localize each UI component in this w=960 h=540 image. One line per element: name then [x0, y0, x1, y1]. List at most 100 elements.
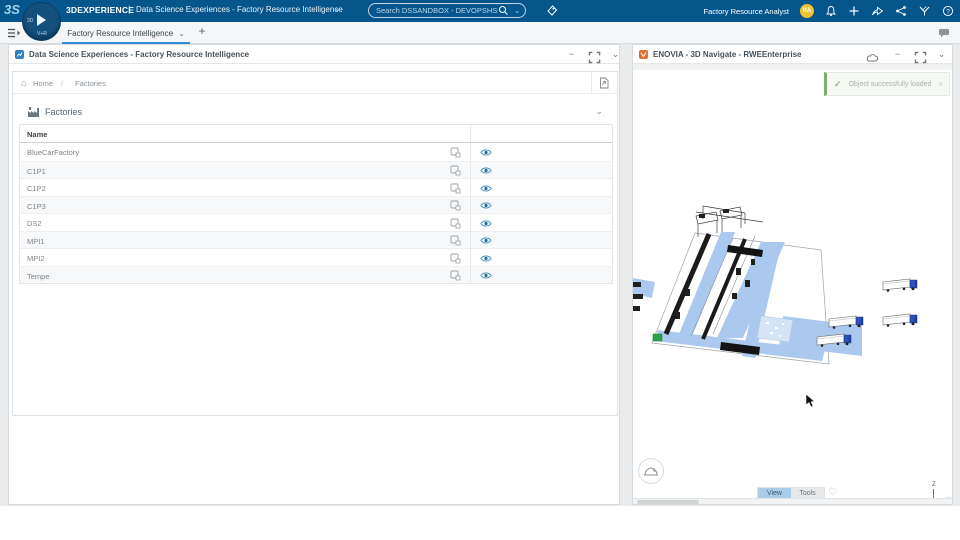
factory-name: C1P3: [27, 201, 46, 211]
right-panel-title: ENOVIA - 3D Navigate - RWEEnterprise: [653, 50, 802, 59]
table-row[interactable]: BlueCarFactory: [20, 143, 612, 161]
section-title: Factories: [45, 107, 83, 117]
panel-chevron-icon[interactable]: ⌄: [935, 48, 948, 61]
search-icon[interactable]: [498, 5, 509, 16]
toast-close-icon[interactable]: ×: [938, 80, 943, 89]
table-body: BlueCarFactory C1P1 C1P2 C1P3 DS2 MPI1 M…: [20, 143, 612, 283]
avatar[interactable]: RA: [800, 4, 814, 18]
minimize-icon[interactable]: −: [891, 48, 904, 61]
table-row[interactable]: C1P3: [20, 195, 612, 213]
search-input[interactable]: [369, 6, 499, 15]
factory-name: C1P1: [27, 166, 46, 176]
open-details-icon[interactable]: [450, 165, 461, 176]
tag-icon[interactable]: [546, 5, 558, 17]
horizontal-scrollbar[interactable]: [633, 498, 952, 504]
export-cell[interactable]: [591, 72, 617, 94]
3d-viewport[interactable]: [633, 64, 954, 500]
open-details-icon[interactable]: [450, 218, 461, 229]
eye-icon[interactable]: [480, 166, 492, 175]
eye-icon[interactable]: [480, 201, 492, 210]
open-details-icon[interactable]: [450, 235, 461, 246]
left-panel-title: Data Science Experiences - Factory Resou…: [29, 50, 250, 59]
maximize-icon[interactable]: [914, 51, 927, 64]
help-icon[interactable]: ?: [942, 5, 954, 17]
open-details-icon[interactable]: [450, 253, 461, 264]
column-divider: [470, 161, 471, 178]
column-header-name: Name: [27, 130, 48, 139]
table-row[interactable]: C1P1: [20, 160, 612, 178]
scrollbar-thumb[interactable]: [637, 500, 699, 504]
green-equipment: [652, 333, 663, 342]
truck: [882, 278, 918, 293]
search-box[interactable]: ⌄: [368, 3, 526, 18]
panels-toggle-icon[interactable]: [7, 28, 21, 39]
factory-name: MPI2: [27, 254, 45, 263]
brand-divider: |: [128, 4, 131, 14]
breadcrumb-current[interactable]: Factories: [75, 79, 106, 88]
column-divider: [470, 231, 471, 248]
3d-compass[interactable]: 3D V+R: [22, 2, 61, 41]
table-row[interactable]: MPI2: [20, 248, 612, 266]
table-row[interactable]: C1P2: [20, 178, 612, 196]
table-row[interactable]: DS2: [20, 213, 612, 231]
eye-icon[interactable]: [480, 236, 492, 245]
brand-title: 3DEXPERIENCE: [66, 5, 135, 15]
tab-chevron-icon[interactable]: ⌄: [178, 29, 185, 38]
eye-icon[interactable]: [480, 184, 492, 193]
open-details-icon[interactable]: [450, 147, 461, 158]
column-divider: [470, 196, 471, 213]
truck: [882, 313, 918, 328]
open-details-icon[interactable]: [450, 270, 461, 281]
workspace: Data Science Experiences - Factory Resou…: [0, 44, 960, 506]
eye-icon[interactable]: [480, 148, 492, 157]
ambience-button[interactable]: [638, 458, 664, 484]
maximize-icon[interactable]: [588, 51, 601, 64]
gantry-equipment: [699, 214, 705, 218]
app-icon-data-science: [15, 50, 24, 59]
open-details-icon[interactable]: [450, 183, 461, 194]
minimize-icon[interactable]: −: [565, 48, 578, 61]
cloud-icon[interactable]: [866, 51, 879, 64]
new-tab-button[interactable]: +: [195, 24, 209, 38]
dassault-systemes-logo: 3S: [4, 2, 20, 17]
factory-name: C1P2: [27, 184, 46, 193]
helmet-icon: [644, 466, 658, 475]
tab-label: Factory Resource Intelligence: [67, 28, 174, 38]
right-panel-header: ENOVIA - 3D Navigate - RWEEnterprise − ⌄: [633, 45, 952, 64]
user-role-label[interactable]: Factory Resource Analyst: [704, 7, 789, 16]
export-page-icon[interactable]: [599, 77, 610, 89]
comment-icon[interactable]: [938, 28, 950, 38]
factory-name: MPI1: [27, 236, 45, 246]
add-content-icon[interactable]: [848, 5, 860, 17]
breadcrumb: ⌂ Home / Factories: [13, 72, 617, 94]
table-row[interactable]: Tempe: [20, 265, 612, 283]
breadcrumb-separator: /: [61, 79, 64, 88]
eye-icon[interactable]: [480, 271, 492, 280]
compass-vr-label: V+R: [37, 31, 47, 37]
home-icon[interactable]: ⌂: [21, 78, 26, 88]
factory-name: DS2: [27, 219, 42, 228]
table-row[interactable]: MPI1: [20, 230, 612, 248]
section-collapse-icon[interactable]: ⌄: [595, 106, 603, 117]
panel-factory-resource-intelligence: Data Science Experiences - Factory Resou…: [8, 44, 620, 505]
eye-icon[interactable]: [480, 254, 492, 263]
column-divider: [470, 266, 471, 283]
factory-name: BlueCarFactory: [27, 148, 80, 157]
eye-icon[interactable]: [480, 219, 492, 228]
swym-community-icon[interactable]: [918, 5, 931, 17]
column-divider: [470, 125, 471, 142]
column-divider: [470, 249, 471, 266]
search-scope-chevron-icon[interactable]: ⌄: [509, 7, 525, 15]
compass-3d-label: 3D: [27, 18, 34, 24]
toast-success: ✓ Object successfully loaded ×: [824, 72, 950, 96]
check-icon: ✓: [834, 78, 842, 89]
share-icon[interactable]: [871, 5, 884, 17]
panel-chevron-icon[interactable]: ⌄: [609, 48, 622, 61]
notifications-bell-icon[interactable]: [825, 5, 837, 17]
open-details-icon[interactable]: [450, 200, 461, 211]
share-network-icon[interactable]: [895, 5, 907, 17]
favorite-heart-icon[interactable]: ♡: [828, 487, 837, 498]
app-menu-title[interactable]: Data Science Experiences - Factory Resou…: [136, 5, 343, 14]
chevron-down-icon[interactable]: ⌄: [334, 4, 341, 13]
breadcrumb-home[interactable]: Home: [33, 79, 53, 88]
